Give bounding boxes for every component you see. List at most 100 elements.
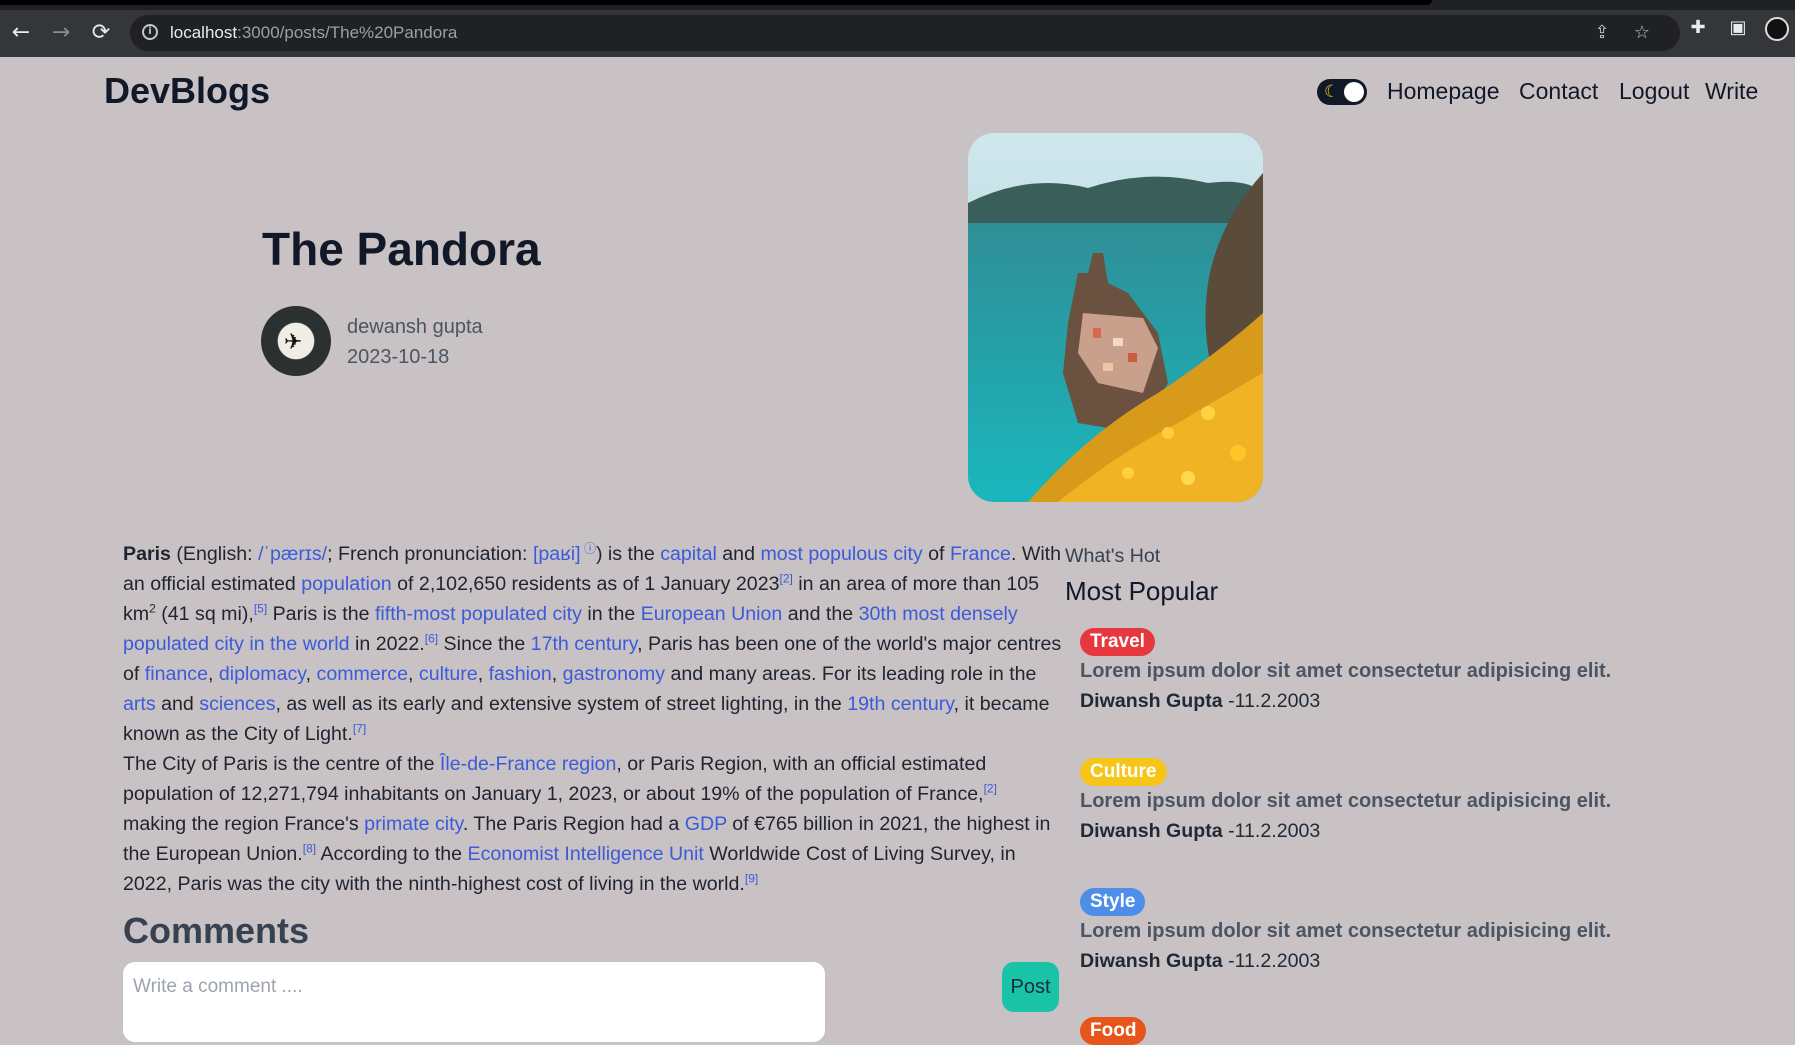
superscript: 2 — [149, 601, 156, 616]
popular-item-meta: Diwansh Gupta -11.2.2003 — [1080, 820, 1320, 843]
article-link[interactable]: France — [950, 543, 1011, 565]
citation-link[interactable]: [9] — [745, 871, 758, 885]
article-link[interactable]: Economist Intelligence Unit — [468, 843, 704, 865]
article-link[interactable]: [paʁi] — [533, 543, 581, 565]
citation-link[interactable]: [7] — [353, 721, 366, 735]
popular-item-desc[interactable]: Lorem ipsum dolor sit amet consectetur a… — [1080, 660, 1611, 683]
author-name: dewansh gupta — [347, 316, 483, 338]
article-text: The City of Paris is the centre of the — [123, 753, 440, 775]
article-link[interactable]: GDP — [685, 813, 727, 835]
share-icon[interactable]: ⇪ — [1590, 21, 1614, 45]
theme-toggle[interactable]: ☾ — [1317, 79, 1367, 105]
article-text: (41 sq mi), — [155, 603, 254, 625]
reload-icon[interactable]: ⟳ — [88, 20, 114, 46]
forward-arrow-icon[interactable]: → — [48, 20, 74, 46]
article-link[interactable]: gastronomy — [563, 663, 665, 685]
back-arrow-icon[interactable]: ← — [8, 20, 34, 46]
author-avatar: ✈ — [261, 306, 331, 376]
category-badge[interactable]: Culture — [1080, 758, 1167, 786]
article-bold-term: Paris — [123, 543, 171, 565]
article-text: and — [716, 543, 761, 565]
url-text[interactable]: localhost:3000/posts/The%20Pandora — [170, 23, 457, 43]
article-link[interactable]: 17th century — [531, 633, 637, 655]
article-text: , — [551, 663, 563, 685]
category-badge[interactable]: Style — [1080, 888, 1146, 916]
article-link[interactable]: Île-de-France region — [440, 753, 616, 775]
nav-write[interactable]: Write — [1705, 78, 1758, 105]
post-comment-button[interactable]: Post — [1002, 962, 1059, 1012]
article-link[interactable]: capital — [660, 543, 717, 565]
citation-link[interactable]: [2] — [780, 571, 793, 585]
bookmark-star-icon[interactable]: ☆ — [1630, 21, 1654, 45]
article-link[interactable]: 19th century — [847, 693, 953, 715]
article-link[interactable]: primate city — [364, 813, 463, 835]
popular-item-author: Diwansh Gupta — [1080, 690, 1223, 712]
article-link[interactable]: finance — [145, 663, 208, 685]
popular-item-meta: Diwansh Gupta -11.2.2003 — [1080, 690, 1320, 713]
article-link[interactable]: /ˈpærɪs/ — [258, 543, 327, 565]
article-paragraph-2: The City of Paris is the centre of the Î… — [123, 749, 1063, 899]
article-text: ; French pronunciation: — [327, 543, 533, 565]
article-link[interactable]: culture — [419, 663, 478, 685]
article-link[interactable]: diplomacy — [219, 663, 306, 685]
comment-input[interactable] — [123, 962, 825, 1042]
article-text: and many areas. For its leading role in … — [665, 663, 1037, 685]
comments-heading: Comments — [123, 910, 310, 951]
popular-item-meta: Diwansh Gupta -11.2.2003 — [1080, 950, 1320, 973]
category-badge[interactable]: Travel — [1080, 628, 1155, 656]
article-text: Paris is the — [267, 603, 375, 625]
nav-logout[interactable]: Logout — [1619, 78, 1689, 105]
article-text: of 2,102,650 residents as of 1 January 2… — [391, 573, 780, 595]
citation-link[interactable]: [6] — [425, 631, 438, 645]
article-link[interactable]: most populous city — [760, 543, 922, 565]
article-text: and the — [782, 603, 859, 625]
category-badge[interactable]: Food — [1080, 1017, 1147, 1045]
site-logo[interactable]: DevBlogs — [104, 70, 270, 112]
popular-item-desc[interactable]: Lorem ipsum dolor sit amet consectetur a… — [1080, 920, 1611, 943]
popular-item-author: Diwansh Gupta — [1080, 950, 1223, 972]
citation-link[interactable]: [2] — [984, 781, 997, 795]
article-text: (English: — [170, 543, 259, 565]
article-text: , — [207, 663, 219, 685]
citation-link[interactable]: [5] — [254, 601, 267, 615]
article-text: , — [477, 663, 489, 685]
profile-avatar-icon[interactable] — [1765, 17, 1789, 41]
browser-toolbar: ← → ⟳ i localhost:3000/posts/The%20Pando… — [0, 10, 1795, 57]
article-link[interactable]: European Union — [641, 603, 783, 625]
popular-item-author: Diwansh Gupta — [1080, 820, 1223, 842]
citation-link[interactable]: [8] — [303, 841, 316, 855]
site-info-icon[interactable]: i — [142, 24, 158, 40]
article-link[interactable]: commerce — [317, 663, 408, 685]
address-bar[interactable]: i localhost:3000/posts/The%20Pandora ⇪ ☆ — [130, 15, 1680, 51]
moon-icon: ☾ — [1324, 82, 1340, 102]
citation-link[interactable]: ⓘ — [581, 541, 596, 555]
side-panel-icon[interactable]: ▣ — [1726, 16, 1750, 40]
post-title: The Pandora — [262, 223, 541, 275]
article-text: in the — [581, 603, 641, 625]
article-text: , — [408, 663, 419, 685]
url-path: :3000/posts/The%20Pandora — [237, 23, 458, 42]
article-text: , as well as its early and extensive sys… — [275, 693, 848, 715]
article-body: Paris (English: /ˈpærɪs/; French pronunc… — [123, 539, 1063, 899]
article-text: and — [155, 693, 200, 715]
article-link[interactable]: sciences — [199, 693, 275, 715]
popular-item-date: -11.2.2003 — [1222, 820, 1321, 842]
article-text: making the region France's — [123, 813, 365, 835]
article-link[interactable]: fashion — [489, 663, 552, 685]
toggle-knob — [1344, 82, 1364, 102]
article-text: in 2022. — [349, 633, 425, 655]
popular-item-date: -11.2.2003 — [1222, 950, 1321, 972]
extensions-puzzle-icon[interactable]: ✚ — [1686, 16, 1710, 40]
nav-homepage[interactable]: Homepage — [1387, 78, 1500, 105]
nav-contact[interactable]: Contact — [1519, 78, 1598, 105]
article-link[interactable]: fifth-most populated city — [375, 603, 582, 625]
popular-item-desc[interactable]: Lorem ipsum dolor sit amet consectetur a… — [1080, 790, 1611, 813]
article-text: According to the — [316, 843, 468, 865]
browser-active-tab[interactable] — [0, 0, 1432, 5]
post-cover-image — [968, 133, 1263, 502]
article-link[interactable]: arts — [123, 693, 156, 715]
article-text: Since the — [438, 633, 531, 655]
article-link[interactable]: population — [301, 573, 391, 595]
article-paragraph-1: Paris (English: /ˈpærɪs/; French pronunc… — [123, 539, 1063, 749]
article-text: . The Paris Region had a — [462, 813, 685, 835]
